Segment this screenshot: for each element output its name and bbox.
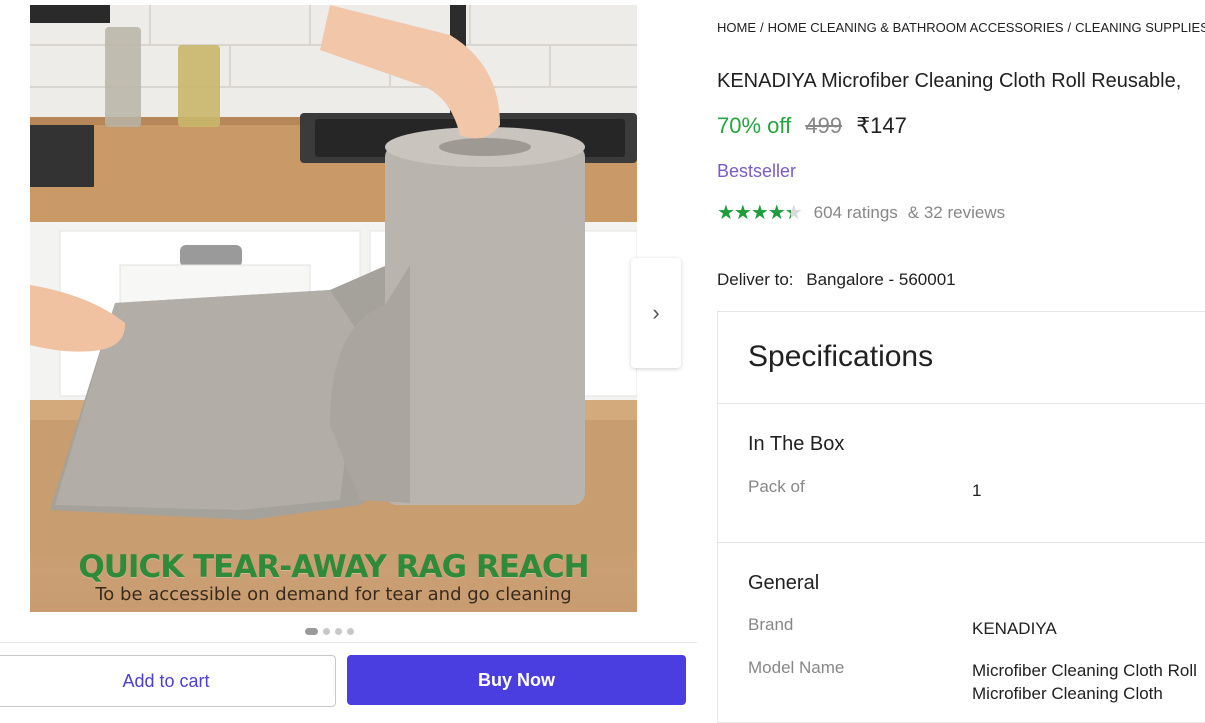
spec-key: Model Name	[748, 658, 845, 677]
divider	[718, 542, 1205, 543]
deliver-location[interactable]: Bangalore - 560001	[806, 270, 955, 289]
chevron-right-icon: ›	[652, 300, 660, 325]
banner-title: QUICK TEAR-AWAY RAG REACH	[78, 549, 589, 585]
rating-row[interactable]: ★★★★★ ★★★★★ 604 ratings & 32 reviews	[717, 202, 1005, 224]
carousel-dot[interactable]	[305, 628, 318, 635]
breadcrumb-item[interactable]: HOME	[717, 20, 756, 35]
discount-percent: 70% off	[717, 113, 792, 138]
add-to-cart-button[interactable]: Add to cart	[0, 655, 336, 707]
product-photo	[30, 5, 637, 612]
spec-value: Microfiber Cleaning Cloth	[972, 684, 1163, 703]
carousel-dot[interactable]	[323, 628, 330, 635]
carousel-dot[interactable]	[347, 628, 354, 635]
banner-subtitle: To be accessible on demand for tear and …	[95, 584, 572, 605]
product-image[interactable]: QUICK TEAR-AWAY RAG REACH To be accessib…	[30, 5, 637, 612]
product-title: KENADIYA Microfiber Cleaning Cloth Roll …	[717, 70, 1182, 92]
original-price: 499	[805, 113, 843, 138]
spec-value: Microfiber Cleaning Cloth Roll	[972, 661, 1197, 680]
spec-group-title: General	[748, 572, 820, 594]
price-row: 70% off 499 ₹147	[717, 113, 907, 139]
spec-group-title: In The Box	[748, 433, 845, 455]
breadcrumb-item[interactable]: HOME CLEANING & BATHROOM ACCESSORIES	[768, 20, 1064, 35]
bestseller-badge: Bestseller	[717, 161, 797, 181]
delivery-location[interactable]: Deliver to: Bangalore - 560001	[717, 270, 956, 290]
spec-value: KENADIYA	[972, 619, 1057, 638]
specifications-panel: Specifications In The Box Pack of 1 Gene…	[717, 311, 1205, 723]
carousel-dot[interactable]	[335, 628, 342, 635]
breadcrumb: HOME / HOME CLEANING & BATHROOM ACCESSORIE…	[717, 20, 1205, 35]
breadcrumb-item[interactable]: CLEANING SUPPLIES	[1075, 20, 1205, 35]
specifications-heading: Specifications	[748, 340, 934, 373]
next-image-button[interactable]: ›	[631, 258, 681, 368]
action-bar: Add to cart Buy Now	[0, 642, 697, 711]
spec-key: Pack of	[748, 477, 805, 496]
ratings-count[interactable]: 604 ratings	[814, 203, 898, 223]
selling-price: ₹147	[856, 113, 907, 138]
spec-value: 1	[972, 481, 982, 500]
buy-now-button[interactable]: Buy Now	[347, 655, 686, 705]
star-icons-filled: ★★★★★	[717, 202, 791, 224]
spec-key: Brand	[748, 615, 794, 634]
star-rating: ★★★★★ ★★★★★	[717, 202, 803, 224]
deliver-label: Deliver to:	[717, 270, 794, 289]
image-carousel-dots	[305, 628, 354, 635]
reviews-count[interactable]: & 32 reviews	[908, 203, 1005, 223]
divider	[718, 403, 1205, 404]
